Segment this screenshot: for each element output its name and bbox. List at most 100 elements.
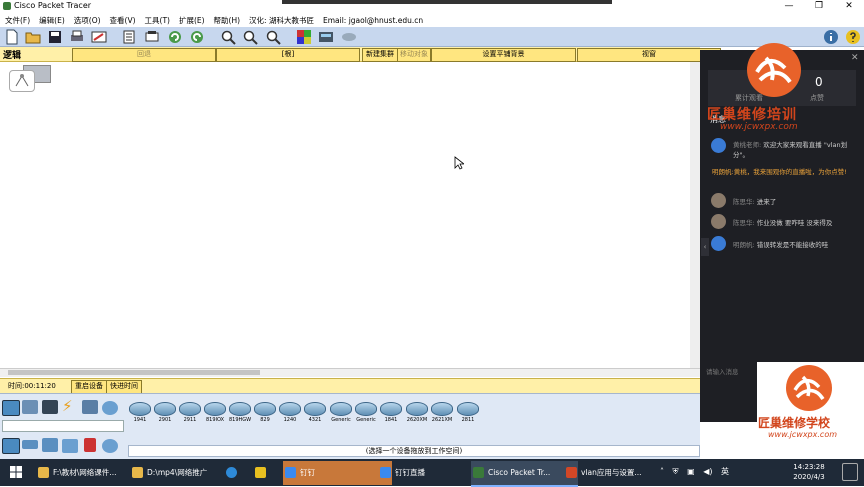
copy-icon[interactable]	[121, 29, 137, 45]
activity-wizard-icon[interactable]	[91, 29, 107, 45]
end-devices-icon[interactable]	[22, 400, 38, 414]
device-router[interactable]: 2620XM	[406, 402, 428, 424]
chevron-up-icon[interactable]: ˄	[660, 467, 664, 476]
routers-icon[interactable]	[2, 438, 20, 454]
windows-start-icon[interactable]	[10, 466, 22, 478]
cluster-icon[interactable]	[341, 29, 357, 45]
menu-view[interactable]: 查看(V)	[110, 15, 136, 26]
edge-icon	[226, 467, 237, 478]
print-icon[interactable]	[69, 29, 85, 45]
status-message: (选择一个设备拖放到工作空间)	[128, 445, 700, 457]
zoom-out-icon[interactable]	[265, 29, 281, 45]
clock-time: 14:23:28	[793, 463, 825, 471]
components-icon[interactable]	[42, 400, 58, 414]
wireless-icon[interactable]	[62, 439, 78, 453]
avatar	[711, 214, 726, 229]
device-router[interactable]: 1841	[380, 402, 402, 424]
save-icon[interactable]	[47, 29, 63, 45]
menu-extensions[interactable]: 扩展(E)	[179, 15, 205, 26]
notifications-icon[interactable]	[842, 463, 858, 481]
router-icon	[431, 402, 453, 416]
taskbar-item-powerpoint[interactable]: vlan应用与设置...	[564, 461, 671, 485]
palette-icon[interactable]	[296, 29, 312, 45]
wan-emulation-icon[interactable]	[102, 439, 118, 453]
router-icon	[355, 402, 377, 416]
switches-icon[interactable]	[22, 440, 38, 449]
system-tray[interactable]: ˄ ⛨ ▣ ◀) 英	[660, 466, 729, 477]
router-icon	[204, 402, 226, 416]
chat-close-icon[interactable]: ✕	[851, 53, 859, 63]
network-icon	[15, 74, 29, 87]
network-devices-icon[interactable]	[2, 400, 20, 416]
network-icon[interactable]: ▣	[687, 467, 695, 476]
chat-message-text: 黄桃，我来围观你的直播啦，为你点赞!	[733, 168, 847, 176]
chat-message-text: 进来了	[756, 198, 777, 206]
close-button[interactable]: ✕	[834, 0, 864, 13]
horizontal-scroll-thumb[interactable]	[8, 370, 260, 375]
back-button[interactable]: 回退	[72, 48, 216, 62]
hubs-icon[interactable]	[42, 438, 58, 452]
device-router[interactable]: 829	[254, 402, 276, 424]
taskbar-item-dingtalk-live[interactable]: 钉钉直播	[378, 461, 483, 485]
set-background-button[interactable]: 设置平铺背景	[431, 48, 576, 62]
chat-message-author: 明朗帆:	[733, 241, 755, 249]
zoom-reset-icon[interactable]	[242, 29, 258, 45]
device-router[interactable]: 2621XM	[431, 402, 453, 424]
device-router[interactable]: 2901	[154, 402, 176, 424]
workspace[interactable]	[0, 62, 700, 368]
new-icon[interactable]	[4, 29, 20, 45]
chat-input[interactable]: 请输入消息	[706, 366, 739, 376]
navigation-panel[interactable]	[9, 70, 35, 92]
power-cycle-button[interactable]: 重启设备	[71, 380, 107, 394]
menu-options[interactable]: 选项(O)	[74, 15, 101, 26]
taskbar-item-packet-tracer[interactable]: Cisco Packet Tr...	[471, 461, 578, 487]
paste-icon[interactable]	[144, 29, 160, 45]
menu-tools[interactable]: 工具(T)	[145, 15, 170, 26]
fast-forward-button[interactable]: 快进时间	[106, 380, 142, 394]
clock-date: 2020/4/3	[793, 473, 825, 481]
misc-icon[interactable]	[82, 400, 98, 414]
shield-icon[interactable]: ⛨	[673, 467, 679, 476]
taskbar-clock[interactable]: 14:23:28 2020/4/3	[784, 462, 834, 482]
logical-label[interactable]: 逻辑	[3, 48, 21, 61]
open-icon[interactable]	[25, 29, 41, 45]
minimize-button[interactable]: —	[774, 0, 804, 13]
zoom-in-icon[interactable]	[220, 29, 236, 45]
redo-icon[interactable]	[189, 29, 205, 45]
device-router[interactable]: 2911	[179, 402, 201, 424]
device-router[interactable]: 819HGW	[229, 402, 251, 424]
vertical-scrollbar[interactable]	[690, 62, 700, 368]
input-method-icon[interactable]: 英	[721, 467, 729, 476]
taskbar-item-explorer[interactable]: D:\mp4\网络推广	[130, 461, 233, 485]
move-object-button[interactable]: 移动对象	[397, 48, 431, 62]
menu-help[interactable]: 帮助(H)	[214, 15, 241, 26]
menu-bar: 文件(F) 编辑(E) 选项(O) 查看(V) 工具(T) 扩展(E) 帮助(H…	[0, 13, 864, 27]
new-cluster-button[interactable]: 新建集群	[362, 48, 398, 62]
connections-icon[interactable]: ⚡	[62, 399, 78, 414]
device-router[interactable]: Generic	[330, 402, 352, 424]
device-router[interactable]: 819IOX	[204, 402, 226, 424]
root-button[interactable]: [根]	[216, 48, 360, 62]
taskbar-item-explorer[interactable]: F:\教材\网络课件...	[36, 461, 143, 485]
menu-edit[interactable]: 编辑(E)	[39, 15, 65, 26]
custom-device-icon[interactable]	[318, 29, 334, 45]
folder-icon	[132, 467, 143, 478]
help-icon[interactable]	[845, 29, 861, 45]
chat-collapse-icon[interactable]: ‹	[701, 238, 709, 256]
device-router[interactable]: 1240	[279, 402, 301, 424]
device-router[interactable]: 4321	[304, 402, 326, 424]
packet-tracer-icon	[473, 467, 484, 478]
device-router[interactable]: 1941	[129, 402, 151, 424]
maximize-button[interactable]: ❐	[804, 0, 834, 13]
multiuser-icon[interactable]	[102, 401, 118, 415]
undo-icon[interactable]	[167, 29, 183, 45]
taskbar-item-dingtalk[interactable]: 钉钉	[283, 461, 392, 485]
info-icon[interactable]	[823, 29, 839, 45]
volume-icon[interactable]: ◀)	[703, 467, 712, 476]
menu-file[interactable]: 文件(F)	[5, 15, 30, 26]
security-icon[interactable]	[84, 438, 96, 452]
avatar	[711, 193, 726, 208]
device-router[interactable]: Generic	[355, 402, 377, 424]
device-router[interactable]: 2811	[457, 402, 479, 424]
device-category-row: ⚡	[2, 399, 124, 417]
